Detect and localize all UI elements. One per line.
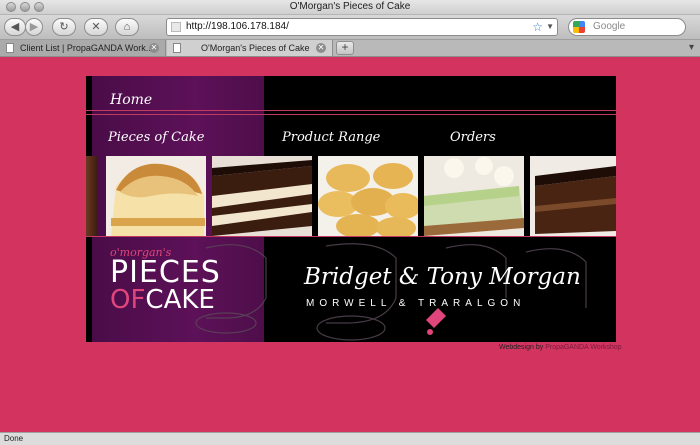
window-title: O'Morgan's Pieces of Cake xyxy=(289,1,411,12)
chevron-down-icon[interactable]: ▼ xyxy=(546,19,554,35)
close-tab-icon[interactable]: ✕ xyxy=(316,43,326,53)
tab-client-list[interactable]: Client List | PropaGANDA Work... ✕ xyxy=(0,40,166,56)
close-tab-icon[interactable]: ✕ xyxy=(149,43,159,53)
lime-cheesecake-photo xyxy=(424,156,524,236)
credit-prefix: Webdesign by xyxy=(499,344,544,351)
bookmark-star-icon[interactable]: ☆ xyxy=(532,19,543,35)
tab-omorgans[interactable]: O'Morgan's Pieces of Cake ✕ xyxy=(167,40,333,56)
chocolate-layer-cake-photo xyxy=(212,156,312,236)
divider xyxy=(86,110,616,111)
tab-bar: Client List | PropaGANDA Work... ✕ O'Mor… xyxy=(0,40,700,57)
logo-pieces-text: PIECES xyxy=(110,255,221,290)
website-banner: Home Pieces of Cake Product Range Orders xyxy=(86,76,616,342)
chocolate-cake-slice-photo xyxy=(530,156,616,236)
tab-overflow-icon[interactable]: ▾ xyxy=(689,42,694,53)
tab-label: Client List | PropaGANDA Work... xyxy=(20,43,154,53)
window-titlebar: O'Morgan's Pieces of Cake xyxy=(0,0,700,15)
nav-product-range[interactable]: Product Range xyxy=(282,130,380,145)
back-arrow-icon[interactable]: ◀ xyxy=(4,18,26,36)
page-icon xyxy=(173,43,181,53)
nav-orders[interactable]: Orders xyxy=(450,130,496,145)
lemon-meringue-photo xyxy=(106,156,206,236)
page-favicon-icon xyxy=(171,22,181,32)
stop-icon[interactable]: ✕ xyxy=(84,18,108,36)
address-text[interactable]: http://198.106.178.184/ xyxy=(186,19,289,35)
logo-of-text: OF xyxy=(110,285,146,315)
yoyo-biscuits-photo xyxy=(318,156,418,236)
towns-text: MORWELL & TRARALGON xyxy=(306,298,526,309)
nav-home-link[interactable]: Home xyxy=(110,92,152,108)
address-bar[interactable]: http://198.106.178.184/ ☆ ▼ xyxy=(166,18,558,36)
webdesign-credit: Webdesign by PropaGANDA Workshop xyxy=(499,344,622,351)
site-logo[interactable]: o'morgan's PIECES OFCAKE xyxy=(110,246,221,313)
owners-name: Bridget & Tony Morgan xyxy=(304,264,581,290)
tab-label: O'Morgan's Pieces of Cake xyxy=(201,43,310,53)
cake-photo-strip xyxy=(86,156,616,236)
logo-cake-text: CAKE xyxy=(145,285,215,315)
cake-photo xyxy=(86,156,98,236)
status-text: Done xyxy=(4,434,24,443)
divider xyxy=(86,236,616,237)
mixer-logo-icon xyxy=(426,308,446,335)
new-tab-button[interactable]: + xyxy=(336,41,354,55)
reload-icon[interactable]: ↻ xyxy=(52,18,76,36)
page-icon xyxy=(6,43,14,53)
nav-pieces-of-cake[interactable]: Pieces of Cake xyxy=(108,130,204,145)
divider xyxy=(86,114,616,115)
forward-arrow-icon[interactable]: ▶ xyxy=(25,18,43,36)
home-icon[interactable]: ⌂ xyxy=(115,18,139,36)
search-placeholder: Google xyxy=(593,21,626,32)
google-icon[interactable] xyxy=(573,21,585,33)
credit-studio-link[interactable]: PropaGANDA Workshop xyxy=(545,344,622,351)
browser-toolbar: ◀ ▶ ↻ ✕ ⌂ http://198.106.178.184/ ☆ ▼ Go… xyxy=(0,15,700,40)
search-input[interactable]: Google xyxy=(568,18,686,36)
status-bar: Done xyxy=(0,432,700,445)
